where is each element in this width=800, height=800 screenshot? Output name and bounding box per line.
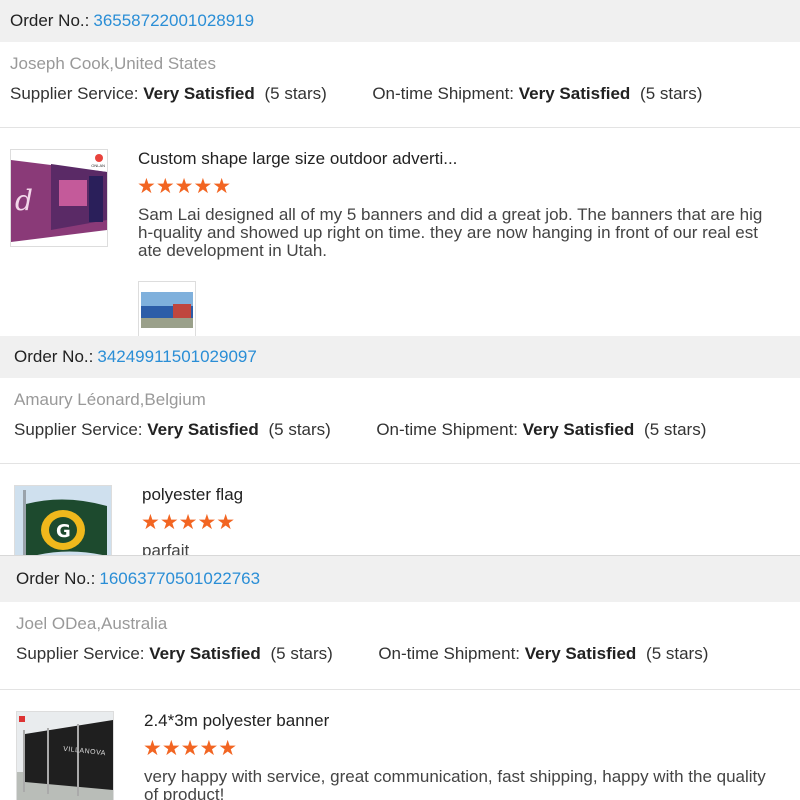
supplier-service-label: Supplier Service: (14, 420, 143, 439)
supplier-service-value: Very Satisfied (147, 420, 259, 439)
shipment-value: Very Satisfied (522, 420, 635, 439)
buyer-name: Amaury Léonard,Belgium (14, 390, 206, 409)
comment-line: of product! (144, 785, 225, 800)
product-review: VILLANOVA 2.4*3m polyester banner ★★★★★ … (0, 690, 800, 800)
brand-logo-text: ONLAN (91, 163, 105, 168)
supplier-service-value: Very Satisfied (149, 644, 261, 663)
review-card: Order No.: 36558722001028919 Joseph Cook… (0, 0, 800, 336)
shipment-label: On-time Shipment: (378, 644, 521, 663)
buyer-info: Joel ODea,Australia Supplier Service: Ve… (0, 613, 800, 690)
product-title-link[interactable]: polyester flag (142, 485, 243, 505)
buyer-info: Joseph Cook,United States Supplier Servi… (0, 53, 800, 128)
order-number-link[interactable]: 36558722001028919 (93, 11, 254, 31)
svg-text:d: d (15, 184, 33, 217)
order-header: Order No.: 36558722001028919 (0, 0, 800, 42)
supplier-service-stars: (5 stars) (264, 84, 327, 103)
supplier-service-stars: (5 stars) (270, 644, 333, 663)
buyer-info: Amaury Léonard,Belgium Supplier Service:… (0, 389, 800, 464)
banner-product-image[interactable]: d ONLAN (10, 149, 108, 247)
product-title-link[interactable]: 2.4*3m polyester banner (144, 711, 329, 731)
comment-line: h-quality and showed up right on time. t… (138, 223, 758, 242)
review-card: Order No.: 34249911501029097 Amaury Léon… (0, 336, 800, 556)
product-review: G polyester flag ★★★★★ parfait (0, 464, 800, 556)
buyer-name: Joseph Cook,United States (10, 54, 217, 73)
comment-line: parfait (142, 541, 190, 556)
flag-product-image[interactable]: G (14, 485, 112, 555)
review-comment: parfait (142, 542, 782, 556)
shipment-stars: (5 stars) (646, 644, 709, 663)
shipment-value: Very Satisfied (518, 84, 631, 103)
ratings-row: Supplier Service: Very Satisfied (5 star… (14, 419, 800, 441)
comment-line: very happy with service, great communica… (144, 767, 766, 786)
ratings-row: Supplier Service: Very Satisfied (5 star… (10, 83, 800, 105)
shipment-label: On-time Shipment: (376, 420, 519, 439)
shipment-value: Very Satisfied (524, 644, 637, 663)
order-label: Order No.: (14, 347, 94, 366)
shipment-stars: (5 stars) (644, 420, 707, 439)
rating-stars: ★★★★★ (137, 175, 232, 198)
shipment-label: On-time Shipment: (372, 84, 515, 103)
ratings-row: Supplier Service: Very Satisfied (5 star… (16, 643, 800, 665)
review-comment: very happy with service, great communica… (144, 768, 794, 800)
buyer-name: Joel ODea,Australia (16, 614, 168, 633)
rating-stars: ★★★★★ (141, 511, 236, 534)
review-comment: Sam Lai designed all of my 5 banners and… (138, 206, 788, 260)
svg-text:G: G (56, 521, 71, 542)
order-header: Order No.: 34249911501029097 (0, 336, 800, 378)
comment-line: ate development in Utah. (138, 241, 328, 260)
product-title-link[interactable]: Custom shape large size outdoor adverti.… (138, 149, 457, 169)
order-label: Order No.: (16, 569, 96, 588)
supplier-service-value: Very Satisfied (143, 84, 255, 103)
rating-stars: ★★★★★ (143, 737, 238, 760)
order-header: Order No.: 16063770501022763 (0, 556, 800, 602)
order-number-link[interactable]: 34249911501029097 (97, 347, 256, 367)
comment-line: Sam Lai designed all of my 5 banners and… (138, 205, 763, 224)
review-photo-thumbnail[interactable] (138, 281, 196, 336)
supplier-service-stars: (5 stars) (268, 420, 331, 439)
supplier-service-label: Supplier Service: (10, 84, 139, 103)
review-card: Order No.: 16063770501022763 Joel ODea,A… (0, 556, 800, 800)
order-label: Order No.: (10, 11, 90, 30)
shipment-stars: (5 stars) (640, 84, 703, 103)
supplier-service-label: Supplier Service: (16, 644, 145, 663)
order-number-link[interactable]: 16063770501022763 (99, 569, 260, 589)
product-review: d ONLAN Custom shape large size outdoor … (0, 128, 800, 336)
fence-banner-product-image[interactable]: VILLANOVA (16, 711, 114, 800)
